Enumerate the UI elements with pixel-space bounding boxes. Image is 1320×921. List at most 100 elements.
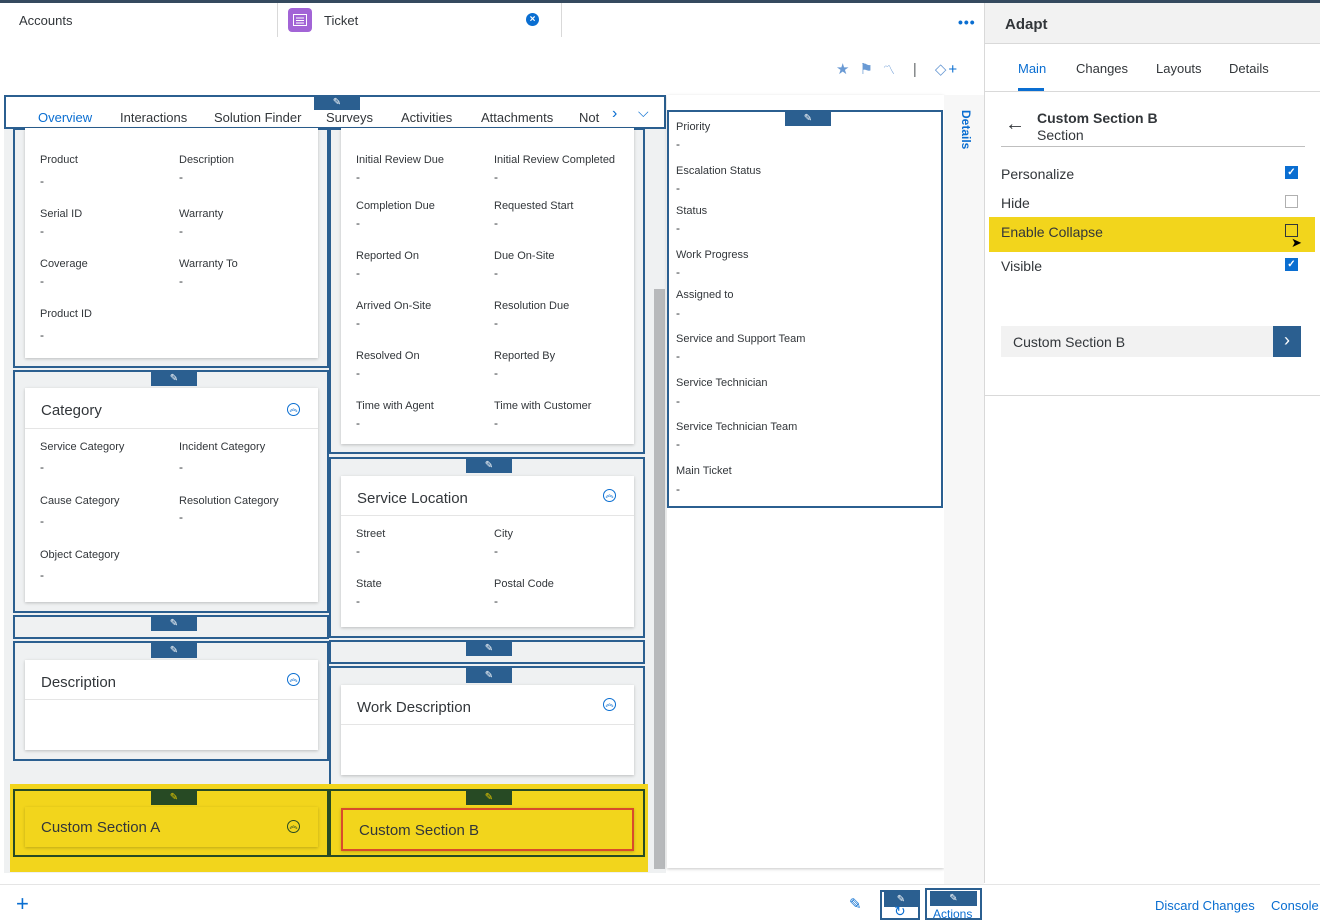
adapt-tab-main[interactable]: Main xyxy=(1018,61,1046,76)
edit-pencil-icon[interactable]: ✎ xyxy=(151,790,197,805)
timeline-card: Initial Review Due - Initial Review Comp… xyxy=(341,128,634,444)
adapt-tab-changes[interactable]: Changes xyxy=(1076,61,1128,76)
field-value: - xyxy=(676,482,680,496)
field-value: - xyxy=(494,266,498,280)
option-enable-collapse-label: Enable Collapse xyxy=(1001,224,1103,240)
edit-pencil-icon[interactable]: ✎ xyxy=(930,891,977,906)
rss-icon[interactable]: 〽 xyxy=(883,61,895,78)
field-label: Street xyxy=(356,528,386,540)
star-icon[interactable]: ★ xyxy=(836,60,849,78)
tab-attachments[interactable]: Attachments xyxy=(481,110,553,125)
collapse-icon[interactable]: ︽ xyxy=(603,698,616,711)
field-label: Arrived On-Site xyxy=(356,300,432,312)
collapse-icon[interactable]: ︽ xyxy=(287,403,300,416)
field-value: - xyxy=(356,316,360,330)
tab-ticket[interactable]: Ticket × xyxy=(284,3,562,37)
card-title: Category xyxy=(41,402,102,419)
card-title: Work Description xyxy=(357,699,471,716)
field-label: Product xyxy=(40,154,78,166)
field-value: - xyxy=(494,316,498,330)
field-label: Resolution Category xyxy=(179,495,279,507)
tab-overview[interactable]: Overview xyxy=(38,110,92,125)
field-value: - xyxy=(676,349,680,363)
field-value: - xyxy=(494,594,498,608)
details-rail xyxy=(944,95,984,885)
chevron-right-icon[interactable]: › xyxy=(612,105,617,123)
edit-pencil-icon[interactable]: ✎ xyxy=(151,643,197,658)
field-label: Work Progress xyxy=(676,249,749,261)
discard-changes-link[interactable]: Discard Changes xyxy=(1155,898,1255,913)
tab-accounts[interactable]: Accounts xyxy=(4,3,278,37)
nav-item-label: Custom Section B xyxy=(1013,334,1126,350)
field-label: Serial ID xyxy=(40,208,83,220)
add-tag-plus[interactable]: + xyxy=(948,61,957,78)
collapse-icon[interactable]: ︽ xyxy=(287,820,300,833)
tab-notes[interactable]: Not xyxy=(579,110,599,125)
adapt-tab-details[interactable]: Details xyxy=(1229,61,1269,76)
actions-button[interactable]: ✎ Actions xyxy=(925,888,982,921)
field-value: - xyxy=(356,594,360,608)
collapse-icon[interactable]: ︽ xyxy=(287,673,300,686)
collapse-icon[interactable]: ︽ xyxy=(603,489,616,502)
field-value: - xyxy=(40,568,44,582)
flag-icon[interactable]: ⚑ xyxy=(859,60,872,78)
refresh-button[interactable]: ✎ ↻ xyxy=(880,890,920,920)
details-side-tab[interactable]: Details xyxy=(957,110,973,150)
custom-section-a-card[interactable]: Custom Section A ︽ xyxy=(25,807,318,847)
tag-add-icon[interactable]: ◇ xyxy=(935,60,947,78)
tab-solution-finder[interactable]: Solution Finder xyxy=(214,110,301,125)
adapt-tab-layouts[interactable]: Layouts xyxy=(1156,61,1202,76)
hide-checkbox[interactable] xyxy=(1285,195,1298,208)
field-value: - xyxy=(676,137,680,151)
section-type: Section xyxy=(1037,127,1084,143)
field-value: - xyxy=(676,221,680,235)
divider xyxy=(985,395,1320,396)
personalize-checkbox[interactable]: ✓ xyxy=(1285,166,1298,179)
field-value: - xyxy=(356,416,360,430)
edit-pencil-icon[interactable]: ✎ xyxy=(849,895,862,913)
adapt-title: Adapt xyxy=(1005,16,1048,33)
field-value: - xyxy=(179,510,183,524)
nav-item-custom-section-b[interactable]: Custom Section B › xyxy=(1001,326,1301,357)
edit-pencil-icon[interactable]: ✎ xyxy=(466,668,512,683)
field-label: Time with Customer xyxy=(494,400,592,412)
edit-pencil-icon[interactable]: ✎ xyxy=(314,95,360,110)
edit-pencil-icon[interactable]: ✎ xyxy=(466,458,512,473)
chevron-right-icon[interactable]: › xyxy=(1273,326,1301,357)
field-value: - xyxy=(494,544,498,558)
chevron-down-icon[interactable]: ⌵ xyxy=(638,104,649,121)
edit-pencil-icon[interactable]: ✎ xyxy=(466,641,512,656)
visible-checkbox[interactable]: ✓ xyxy=(1285,258,1298,271)
edit-pencil-icon[interactable]: ✎ xyxy=(466,790,512,805)
field-value: - xyxy=(356,266,360,280)
back-arrow-icon[interactable]: ← xyxy=(1005,113,1025,136)
field-value: - xyxy=(179,274,183,288)
tab-interactions[interactable]: Interactions xyxy=(120,110,187,125)
more-dots-icon[interactable]: ••• xyxy=(958,14,976,30)
field-value: - xyxy=(40,328,44,342)
field-label: Time with Agent xyxy=(356,400,434,412)
field-label: City xyxy=(494,528,513,540)
divider xyxy=(25,699,318,700)
field-label: Main Ticket xyxy=(676,465,732,477)
divider xyxy=(341,724,634,725)
option-hide-label: Hide xyxy=(1001,195,1030,211)
tab-surveys[interactable]: Surveys xyxy=(326,110,373,125)
console-link[interactable]: Console xyxy=(1271,898,1319,913)
edit-pencil-icon[interactable]: ✎ xyxy=(151,371,197,386)
field-label: Warranty To xyxy=(179,258,238,270)
service-location-card: Service Location ︽ Street - City - State… xyxy=(341,476,634,627)
scrollbar[interactable] xyxy=(654,289,665,869)
field-value: - xyxy=(676,265,680,279)
add-button[interactable]: + xyxy=(16,891,29,917)
tab-activities[interactable]: Activities xyxy=(401,110,452,125)
field-label: Status xyxy=(676,205,708,217)
edit-pencil-icon[interactable]: ✎ xyxy=(151,616,197,631)
bottom-bar: + ✎ ✎ ↻ ✎ Actions Discard Changes Consol… xyxy=(0,884,1320,921)
field-label: Escalation Status xyxy=(676,165,761,177)
close-icon[interactable]: × xyxy=(526,13,539,26)
custom-section-b-card[interactable]: Custom Section B xyxy=(341,808,634,851)
field-label: Service Category xyxy=(40,441,125,453)
tab-bar: Accounts Ticket × xyxy=(0,3,984,39)
option-personalize-label: Personalize xyxy=(1001,166,1075,182)
